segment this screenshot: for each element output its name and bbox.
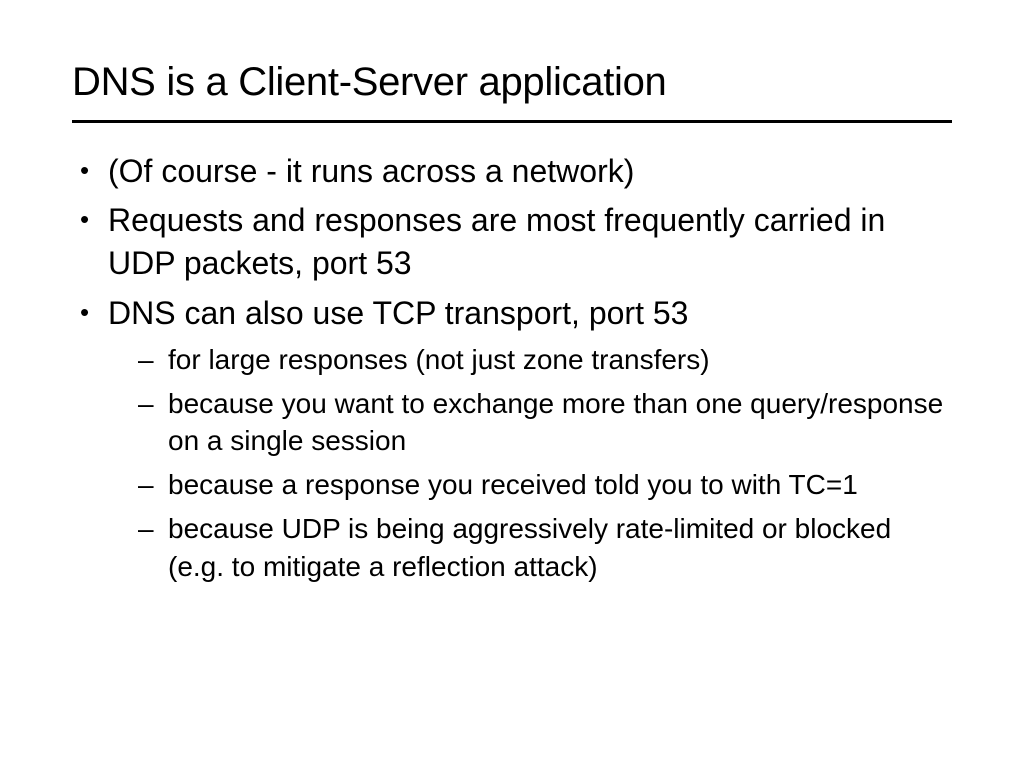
slide: DNS is a Client-Server application (Of c… — [0, 0, 1024, 768]
sub-bullet-item: because UDP is being aggressively rate-l… — [108, 510, 952, 586]
title-underline — [72, 120, 952, 123]
sub-bullet-text: because a response you received told you… — [168, 469, 858, 500]
sub-bullet-text: for large responses (not just zone trans… — [168, 344, 710, 375]
bullet-text: (Of course - it runs across a network) — [108, 153, 634, 189]
slide-title: DNS is a Client-Server application — [72, 60, 667, 105]
bullet-item: DNS can also use TCP transport, port 53 … — [72, 292, 952, 586]
sub-bullet-item: for large responses (not just zone trans… — [108, 341, 952, 379]
bullet-list: (Of course - it runs across a network) R… — [72, 150, 952, 586]
sub-bullet-text: because you want to exchange more than o… — [168, 388, 943, 457]
slide-content: (Of course - it runs across a network) R… — [72, 150, 952, 592]
bullet-text: Requests and responses are most frequent… — [108, 202, 885, 281]
bullet-item: Requests and responses are most frequent… — [72, 199, 952, 285]
sub-bullet-list: for large responses (not just zone trans… — [108, 341, 952, 586]
sub-bullet-item: because a response you received told you… — [108, 466, 952, 504]
bullet-item: (Of course - it runs across a network) — [72, 150, 952, 193]
sub-bullet-item: because you want to exchange more than o… — [108, 385, 952, 461]
sub-bullet-text: because UDP is being aggressively rate-l… — [168, 513, 891, 582]
bullet-text: DNS can also use TCP transport, port 53 — [108, 295, 688, 331]
